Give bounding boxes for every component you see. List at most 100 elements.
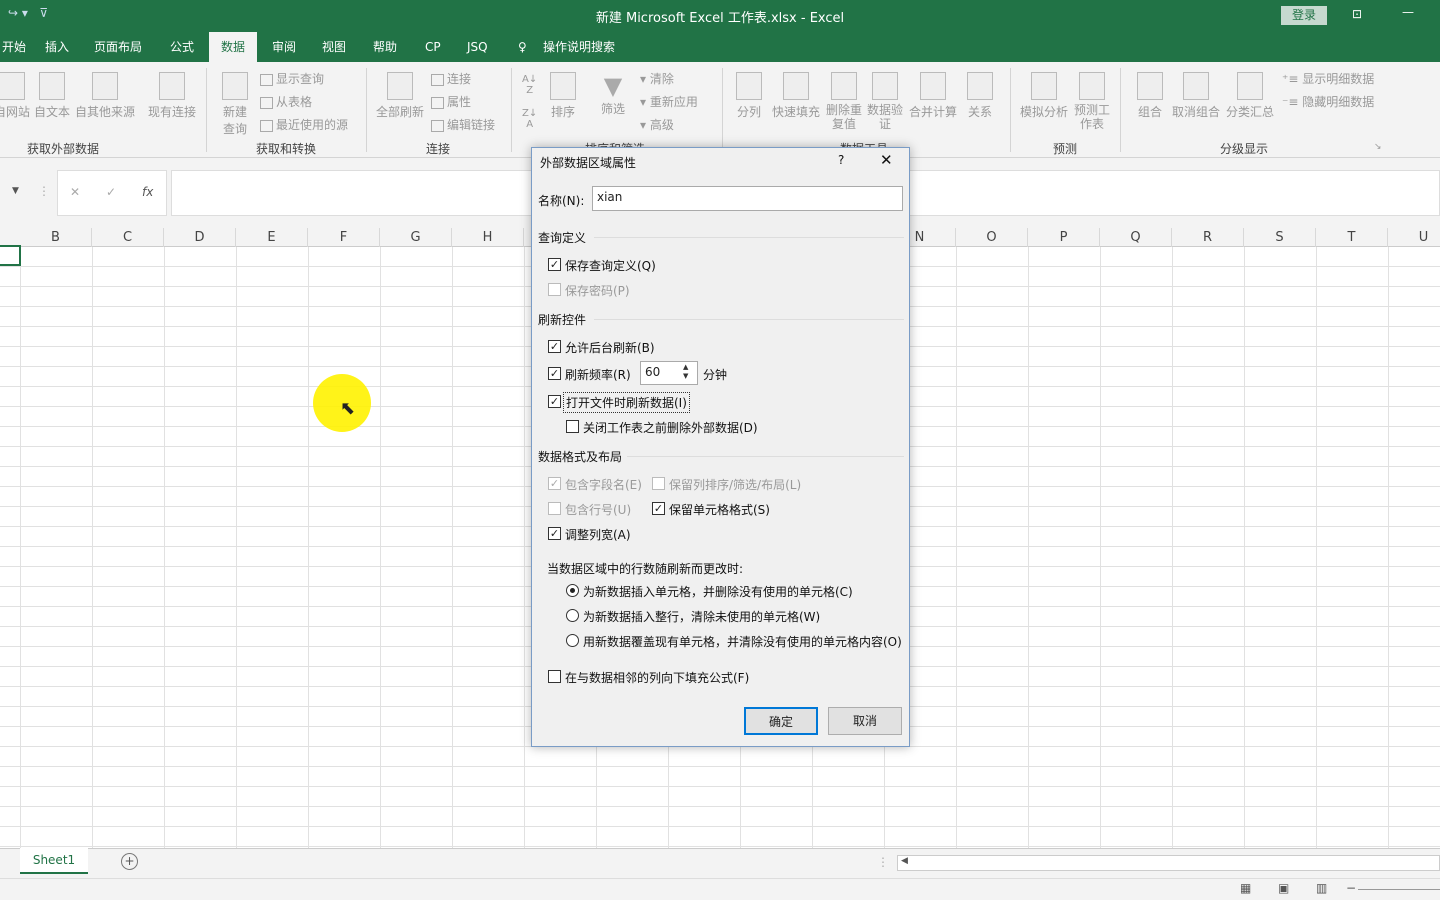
sort-asc-button[interactable]: A↓ Z bbox=[522, 74, 537, 96]
tab-page-layout[interactable]: 页面布局 bbox=[86, 32, 150, 62]
relationships-button[interactable]: 关系 bbox=[964, 72, 996, 120]
tell-me-search[interactable]: 操作说明搜索 bbox=[535, 32, 623, 62]
refresh-all-button[interactable]: 全部刷新 bbox=[374, 72, 426, 120]
sort-desc-button[interactable]: Z↓ A bbox=[522, 108, 537, 130]
column-header-h[interactable]: H bbox=[452, 228, 524, 247]
show-detail-button[interactable]: ⁺≡ 显示明细数据 bbox=[1282, 70, 1374, 87]
tab-insert[interactable]: 插入 bbox=[37, 32, 77, 62]
save-query-checkbox[interactable]: ✓ bbox=[548, 258, 561, 271]
recent-sources-button[interactable]: 最近使用的源 bbox=[260, 116, 348, 133]
existing-connections-button[interactable]: 现有连接 bbox=[146, 72, 198, 120]
filter-button[interactable]: ▼ 筛选 bbox=[598, 72, 628, 117]
save-password-checkbox[interactable] bbox=[548, 283, 561, 296]
overwrite-cells-radio[interactable] bbox=[566, 634, 579, 647]
sheet-tab-sheet1[interactable]: Sheet1 bbox=[20, 848, 88, 874]
connections-button[interactable]: 连接 bbox=[431, 70, 471, 87]
refresh-every-checkbox[interactable]: ✓ bbox=[548, 367, 561, 380]
from-table-button[interactable]: 从表格 bbox=[260, 93, 312, 110]
text-to-columns-button[interactable]: 分列 bbox=[733, 72, 765, 120]
refresh-minutes-input[interactable]: 60 bbox=[640, 361, 698, 385]
column-header-s[interactable]: S bbox=[1244, 228, 1316, 247]
from-web-button[interactable]: 自网站 bbox=[0, 72, 32, 120]
clear-button[interactable]: ▾ 清除 bbox=[640, 70, 674, 87]
column-header-c[interactable]: C bbox=[92, 228, 164, 247]
column-header-p[interactable]: P bbox=[1028, 228, 1100, 247]
help-button[interactable]: ? bbox=[838, 153, 844, 167]
close-icon[interactable]: ✕ bbox=[880, 151, 893, 169]
edit-links-button[interactable]: 编辑链接 bbox=[431, 116, 495, 133]
cancel-icon[interactable]: ✕ bbox=[70, 185, 80, 199]
window-title: 新建 Microsoft Excel 工作表.xlsx - Excel bbox=[595, 11, 845, 26]
background-refresh-checkbox[interactable]: ✓ bbox=[548, 340, 561, 353]
login-button[interactable]: 登录 bbox=[1281, 6, 1327, 25]
properties-button[interactable]: 属性 bbox=[431, 93, 471, 110]
show-queries-button[interactable]: 显示查询 bbox=[260, 70, 324, 87]
new-query-button[interactable]: 新建查询 bbox=[216, 72, 254, 137]
remove-data-checkbox[interactable] bbox=[566, 420, 579, 433]
column-header-r[interactable]: R bbox=[1172, 228, 1244, 247]
advanced-button[interactable]: ▾ 高级 bbox=[640, 116, 674, 133]
fx-icon[interactable]: fx bbox=[142, 185, 153, 199]
adjust-column-width-checkbox[interactable]: ✓ bbox=[548, 527, 561, 540]
zoom-out-icon[interactable]: − bbox=[1346, 881, 1356, 895]
ok-button[interactable]: 确定 bbox=[744, 707, 818, 735]
enter-icon[interactable]: ✓ bbox=[106, 185, 116, 199]
tab-home[interactable]: 开始 bbox=[0, 32, 34, 62]
normal-view-icon[interactable]: ▦ bbox=[1240, 881, 1251, 895]
column-header-e[interactable]: E bbox=[236, 228, 308, 247]
tab-data[interactable]: 数据 bbox=[209, 32, 257, 62]
preserve-sort-checkbox[interactable] bbox=[652, 477, 665, 490]
group-button[interactable]: 组合 bbox=[1134, 72, 1166, 120]
consolidate-button[interactable]: 合并计算 bbox=[908, 72, 958, 120]
minimize-icon[interactable]: — bbox=[1402, 5, 1414, 19]
active-cell[interactable] bbox=[0, 245, 21, 266]
tab-cp[interactable]: CP bbox=[417, 32, 449, 62]
scroll-left-icon[interactable]: ◀ bbox=[901, 856, 908, 866]
dialog-launcher-icon[interactable]: ↘ bbox=[1374, 142, 1382, 152]
refresh-on-open-checkbox[interactable]: ✓ bbox=[548, 395, 561, 408]
hide-detail-button[interactable]: ⁻≡ 隐藏明细数据 bbox=[1282, 93, 1374, 110]
column-header-d[interactable]: D bbox=[164, 228, 236, 247]
cancel-button[interactable]: 取消 bbox=[828, 707, 902, 735]
column-header-g[interactable]: G bbox=[380, 228, 452, 247]
insert-cells-radio[interactable] bbox=[566, 584, 579, 597]
sort-button[interactable]: 排序 bbox=[548, 72, 578, 120]
zoom-slider[interactable] bbox=[1358, 889, 1440, 890]
group-label: 预测 bbox=[1053, 142, 1078, 156]
column-header-f[interactable]: F bbox=[308, 228, 380, 247]
remove-duplicates-button[interactable]: 删除重复值 bbox=[826, 72, 862, 131]
name-box-dropdown-icon[interactable]: ▼ bbox=[12, 186, 19, 196]
column-header-t[interactable]: T bbox=[1316, 228, 1388, 247]
split-handle-icon[interactable]: ⋮ bbox=[877, 855, 889, 869]
include-field-names-checkbox[interactable]: ✓ bbox=[548, 477, 561, 490]
column-header-b[interactable]: B bbox=[20, 228, 92, 247]
tab-jsq[interactable]: JSQ bbox=[459, 32, 496, 62]
subtotal-button[interactable]: 分类汇总 bbox=[1224, 72, 1276, 120]
ungroup-button[interactable]: 取消组合 bbox=[1170, 72, 1222, 120]
page-layout-view-icon[interactable]: ▣ bbox=[1278, 881, 1289, 895]
tab-review[interactable]: 审阅 bbox=[264, 32, 304, 62]
fill-down-formulas-checkbox[interactable] bbox=[548, 670, 561, 683]
ribbon-display-icon[interactable]: ⊡ bbox=[1352, 7, 1362, 21]
spinner-arrows-icon[interactable]: ▲ ▼ bbox=[683, 363, 688, 381]
column-header-u[interactable]: U bbox=[1388, 228, 1440, 247]
reapply-button[interactable]: ▾ 重新应用 bbox=[640, 93, 698, 110]
tab-formulas[interactable]: 公式 bbox=[162, 32, 202, 62]
flash-fill-button[interactable]: 快速填充 bbox=[771, 72, 821, 120]
data-validation-button[interactable]: 数据验证 bbox=[866, 72, 904, 131]
add-sheet-icon[interactable]: + bbox=[121, 853, 138, 870]
horizontal-scrollbar[interactable]: ◀ bbox=[897, 855, 1440, 871]
include-row-numbers-checkbox[interactable] bbox=[548, 502, 561, 515]
page-break-view-icon[interactable]: ▥ bbox=[1316, 881, 1327, 895]
column-header-o[interactable]: O bbox=[956, 228, 1028, 247]
what-if-button[interactable]: 模拟分析 bbox=[1018, 72, 1070, 120]
column-header-q[interactable]: Q bbox=[1100, 228, 1172, 247]
name-input[interactable]: xian bbox=[592, 186, 903, 211]
tab-help[interactable]: 帮助 bbox=[365, 32, 405, 62]
from-other-sources-button[interactable]: 自其他来源 bbox=[74, 72, 136, 120]
forecast-sheet-button[interactable]: 预测工作表 bbox=[1072, 72, 1112, 131]
preserve-format-checkbox[interactable]: ✓ bbox=[652, 502, 665, 515]
insert-rows-radio[interactable] bbox=[566, 609, 579, 622]
from-text-button[interactable]: 自文本 bbox=[32, 72, 72, 120]
tab-view[interactable]: 视图 bbox=[314, 32, 354, 62]
